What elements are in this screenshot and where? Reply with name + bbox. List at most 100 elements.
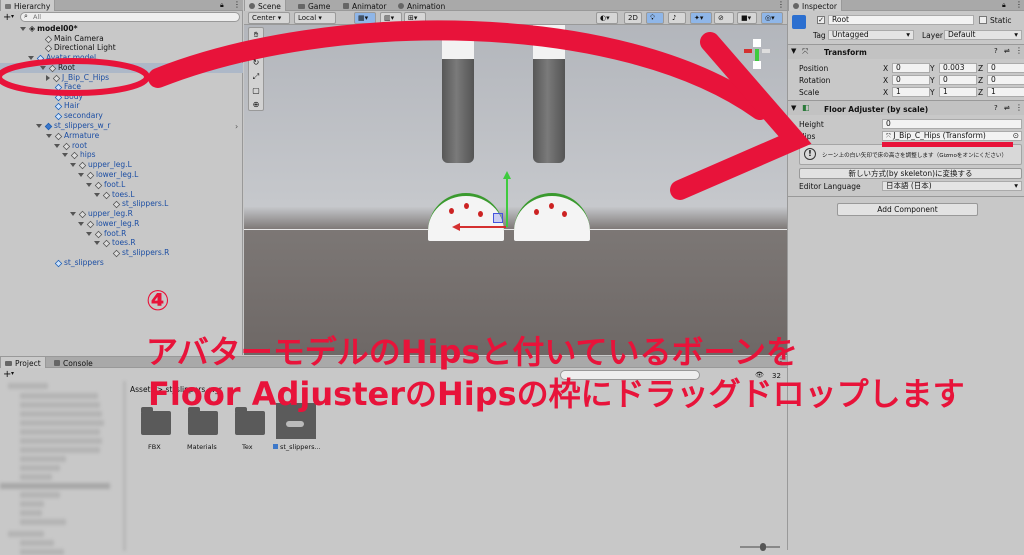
hierarchy-item-face[interactable]: Face — [46, 82, 81, 92]
foldout-icon[interactable]: ▼ — [791, 47, 796, 55]
collapse-arrow-icon[interactable] — [46, 134, 52, 138]
hierarchy-item-st-slippers[interactable]: st_slippers — [46, 258, 104, 268]
search-input[interactable]: All — [20, 12, 240, 22]
zoom-slider[interactable] — [740, 543, 780, 551]
hierarchy-item-upper-leg-l[interactable]: upper_leg.L — [70, 160, 132, 170]
move-gizmo-x[interactable] — [458, 226, 506, 228]
move-tool-icon[interactable]: ✥ — [249, 42, 263, 56]
editor-language-dropdown[interactable]: 日本語 (日本) ▾ — [882, 181, 1022, 191]
lock-icon[interactable]: 🔒︎ — [1002, 1, 1006, 10]
rotation-z-input[interactable]: 0 — [987, 75, 1024, 85]
active-checkbox[interactable]: ✓ — [817, 16, 825, 24]
collapse-arrow-icon[interactable] — [54, 144, 60, 148]
hierarchy-item-root[interactable]: Root — [40, 63, 75, 73]
rotate-tool-icon[interactable]: ↻ — [249, 56, 263, 70]
tab-project[interactable]: Project — [0, 357, 46, 368]
snap-button[interactable]: ▥▾ — [380, 12, 402, 24]
tab-hierarchy[interactable]: Hierarchy — [0, 0, 56, 11]
collapse-arrow-icon[interactable] — [78, 173, 84, 177]
hierarchy-item-hips[interactable]: hips — [62, 150, 96, 160]
scale-z-axis-label[interactable]: Z — [978, 88, 983, 97]
position-y-axis-label[interactable]: Y — [930, 64, 935, 73]
rotation-x-input[interactable]: 0 — [892, 75, 930, 85]
height-input[interactable]: 0 — [882, 119, 1022, 129]
hierarchy-item-lower-leg-l[interactable]: lower_leg.L — [78, 170, 138, 180]
hierarchy-item-st-slippers-r[interactable]: st_slippers.R — [104, 248, 169, 258]
tab-game[interactable]: Game — [294, 0, 334, 11]
position-x-input[interactable]: 0 — [892, 63, 930, 73]
tag-dropdown[interactable]: Untagged ▾ — [828, 30, 914, 40]
more-icon[interactable]: ⋮ — [233, 0, 241, 9]
collapse-arrow-icon[interactable] — [86, 183, 92, 187]
hand-tool-icon[interactable]: ✋︎ — [249, 28, 263, 42]
foldout-icon[interactable]: ▼ — [791, 104, 796, 112]
shading-mode-button[interactable]: ◐▾ — [596, 12, 618, 24]
help-icon[interactable]: ? — [994, 104, 998, 112]
collapse-arrow-icon[interactable] — [86, 232, 92, 236]
collapse-arrow-icon[interactable] — [94, 193, 100, 197]
preset-icon[interactable]: ⇌ — [1004, 104, 1010, 112]
hierarchy-item-model00-[interactable]: ◈ model00* — [20, 24, 78, 34]
scale-y-axis-label[interactable]: Y — [930, 88, 935, 97]
rotation-z-axis-label[interactable]: Z — [978, 76, 983, 85]
tab-inspector[interactable]: Inspector — [788, 0, 842, 11]
camera-button[interactable]: ■▾ — [737, 12, 757, 24]
static-checkbox[interactable] — [979, 16, 987, 24]
hierarchy-item-lower-leg-r[interactable]: lower_leg.R — [78, 219, 139, 229]
hierarchy-item-directional-light[interactable]: Directional Light — [36, 43, 116, 53]
help-icon[interactable]: ? — [994, 47, 998, 55]
more-icon[interactable]: ⋮ — [1015, 0, 1023, 9]
rect-tool-icon[interactable]: ▢ — [249, 84, 263, 98]
more-icon[interactable]: ⋮ — [1015, 103, 1023, 112]
pivot-dropdown[interactable]: Center ▾ — [248, 12, 290, 24]
scroll-arrow-icon[interactable]: › — [235, 122, 238, 131]
layer-dropdown[interactable]: Default ▾ — [944, 30, 1022, 40]
hierarchy-item-st-slippers-l[interactable]: st_slippers.L — [104, 199, 168, 209]
effects-button[interactable]: ✦▾ — [690, 12, 712, 24]
hierarchy-item-st-slippers-w-r[interactable]: st_slippers_w_r — [36, 121, 111, 131]
hierarchy-item-upper-leg-r[interactable]: upper_leg.R — [70, 209, 133, 219]
hierarchy-item-secondary[interactable]: secondary — [46, 111, 103, 121]
hierarchy-item-foot-l[interactable]: foot.L — [86, 180, 125, 190]
hidden-objects-button[interactable]: ⊘ — [714, 12, 734, 24]
dropdown-icon[interactable]: ▾ — [11, 370, 14, 377]
dropdown-icon[interactable]: ▾ — [11, 13, 14, 20]
increment-snap-button[interactable]: ⊞▾ — [404, 12, 426, 24]
scene-viewport[interactable]: ✋︎ ✥ ↻ ⤢ ▢ ⊕ — [244, 25, 787, 355]
object-name-input[interactable]: Root — [828, 15, 974, 25]
collapse-arrow-icon[interactable] — [78, 222, 84, 226]
scale-tool-icon[interactable]: ⤢ — [249, 70, 263, 84]
move-gizmo-y[interactable] — [506, 177, 508, 227]
collapse-arrow-icon[interactable] — [62, 153, 68, 157]
collapse-arrow-icon[interactable] — [70, 212, 76, 216]
collapse-arrow-icon[interactable] — [70, 163, 76, 167]
collapse-arrow-icon[interactable] — [40, 66, 46, 70]
scale-x-input[interactable]: 1 — [892, 87, 930, 97]
grid-snap-button[interactable]: ▦▾ — [354, 12, 376, 24]
convert-button[interactable]: 新しい方式(by skeleton)に変換する — [799, 168, 1022, 179]
object-picker-icon[interactable]: ⊙ — [1013, 132, 1019, 140]
tab-scene[interactable]: Scene — [244, 0, 286, 11]
tab-animator[interactable]: Animator — [339, 0, 390, 11]
hierarchy-item-avatar-model[interactable]: Avatar model — [28, 53, 96, 63]
more-icon[interactable]: ⋮ — [777, 0, 785, 9]
scale-z-input[interactable]: 1 — [987, 87, 1024, 97]
lock-icon[interactable]: 🔒︎ — [220, 1, 224, 10]
hierarchy-item-armature[interactable]: Armature — [46, 131, 99, 141]
mode-2d-button[interactable]: 2D — [624, 12, 642, 24]
move-gizmo-plane[interactable] — [493, 213, 503, 223]
expand-arrow-icon[interactable] — [46, 75, 50, 81]
rotation-y-axis-label[interactable]: Y — [930, 76, 935, 85]
collapse-arrow-icon[interactable] — [20, 27, 26, 31]
rotation-x-axis-label[interactable]: X — [883, 76, 888, 85]
scale-x-axis-label[interactable]: X — [883, 88, 888, 97]
collapse-arrow-icon[interactable] — [28, 56, 34, 60]
position-x-axis-label[interactable]: X — [883, 64, 888, 73]
hierarchy-item-toes-r[interactable]: toes.R — [94, 238, 136, 248]
scale-y-input[interactable]: 1 — [939, 87, 977, 97]
position-z-input[interactable]: 0 — [987, 63, 1024, 73]
collapse-arrow-icon[interactable] — [36, 124, 42, 128]
scene-orientation-gizmo[interactable] — [740, 33, 774, 73]
collapse-arrow-icon[interactable] — [94, 241, 100, 245]
hips-object-field[interactable]: ⤧ J_Bip_C_Hips (Transform) ⊙ — [882, 131, 1022, 141]
